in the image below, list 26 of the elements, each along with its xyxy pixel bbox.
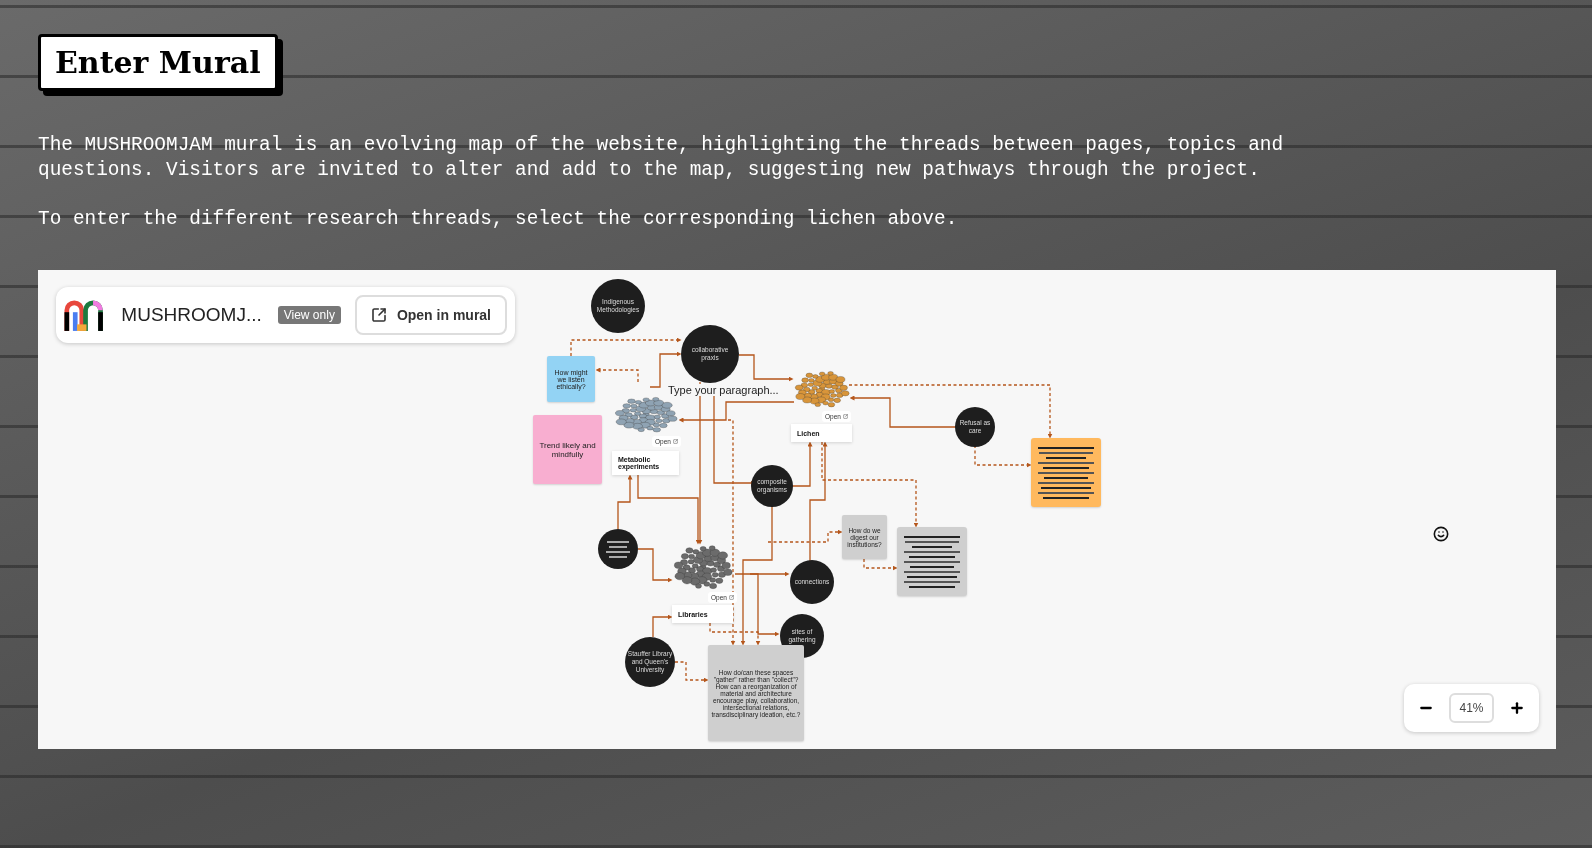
open-in-mural-button[interactable]: Open in mural	[354, 295, 507, 335]
external-link-icon	[370, 307, 387, 323]
external-link-icon	[842, 414, 848, 419]
intro-paragraph: The MUSHROOMJAM mural is an evolving map of the website, highlighting the threads between pages, topics and questions. Visitors are invited to alter and add to the map, suggesting new pathways through the project.	[38, 133, 1285, 183]
topic-circle[interactable]	[598, 529, 638, 569]
sticky-note[interactable]	[1031, 438, 1101, 507]
connector-arrow	[674, 661, 709, 683]
external-link-icon	[672, 439, 678, 444]
intro-paragraph: To enter the different research threads, select the corresponding lichen above.	[38, 207, 959, 232]
mural-name: MUSHROOMJ...	[121, 304, 262, 326]
connector-arrow	[974, 444, 1032, 468]
connector-arrow	[652, 614, 673, 638]
plus-icon	[1509, 700, 1525, 716]
paragraph-text: Type your paragraph...	[668, 384, 779, 396]
mural-canvas[interactable]	[38, 270, 1556, 749]
connector-arrow	[637, 548, 673, 583]
connector-arrow	[863, 558, 898, 571]
connector-arrow	[617, 474, 633, 530]
external-link-icon	[728, 595, 734, 600]
sticky-note[interactable]: Trend likely and mindfully	[533, 415, 602, 484]
mural-logo	[64, 298, 104, 332]
zoom-level-field[interactable]: 41%	[1449, 693, 1494, 723]
view-only-badge: View only	[277, 306, 341, 324]
connector-arrow	[595, 367, 639, 383]
smiley-icon[interactable]	[1433, 526, 1449, 542]
sticky-note[interactable]	[897, 527, 967, 596]
